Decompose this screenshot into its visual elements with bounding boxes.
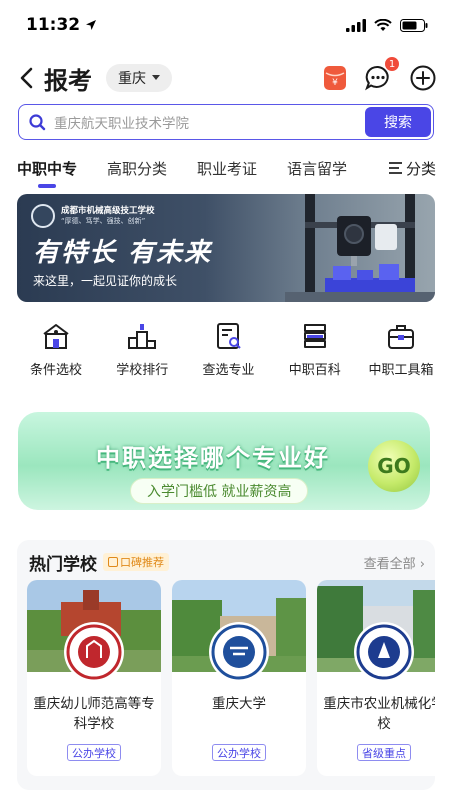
status-time: 11:32: [26, 15, 81, 35]
red-envelope-button[interactable]: ¥: [324, 66, 346, 90]
school-list: 重庆幼儿师范高等专科学校 公办学校 重庆大学 公办学校 重庆市农业机械化学校 省…: [27, 580, 435, 780]
3d-printer-illustration: [285, 194, 435, 302]
university-seal-icon: [211, 624, 267, 680]
go-badge[interactable]: GO: [368, 440, 420, 492]
thumb-up-icon: [108, 557, 118, 567]
section-title: 热门学校: [29, 554, 97, 575]
tab-liuxue[interactable]: 语言留学: [287, 158, 347, 179]
recommend-tag: 口碑推荐: [103, 553, 169, 571]
search-icon: [29, 113, 46, 130]
ranking-podium-icon: [128, 324, 157, 349]
promo-banner[interactable]: 成都市机械高级技工学校 “厚德、笃学、强技、创新” 有特长 有未来 来这里，一起…: [17, 194, 435, 302]
school-logo: [209, 622, 269, 682]
battery-icon: [400, 18, 428, 32]
school-type-badge: 省级重点: [357, 744, 411, 761]
notification-badge: 1: [384, 56, 400, 72]
school-name: 重庆市农业机械化学校: [323, 696, 435, 732]
page-title: 报考: [44, 66, 92, 95]
nav-label: 中职百科: [288, 363, 341, 378]
school-logo: [64, 622, 124, 682]
menu-lines-icon: [388, 162, 402, 174]
hot-schools-header: 热门学校 口碑推荐 查看全部 ›: [29, 550, 425, 575]
school-emblem-icon: [31, 204, 55, 228]
school-card[interactable]: 重庆幼儿师范高等专科学校 公办学校: [27, 580, 161, 776]
university-seal-icon: [356, 624, 412, 680]
school-card[interactable]: 重庆市农业机械化学校 省级重点: [317, 580, 435, 776]
nav-school-filter[interactable]: 条件选校: [18, 322, 94, 382]
app-header: 报考 重庆 ¥ 1: [0, 56, 450, 98]
nav-label: 学校排行: [116, 363, 169, 378]
status-indicators: [346, 18, 428, 32]
add-circle-icon[interactable]: [410, 65, 436, 91]
nav-label: 条件选校: [29, 363, 82, 378]
caret-down-icon: [152, 75, 160, 80]
tab-kaozheng[interactable]: 职业考证: [197, 158, 257, 179]
tab-gaozhi[interactable]: 高职分类: [107, 158, 167, 179]
status-bar: 11:32: [0, 0, 450, 50]
toolbox-icon: [388, 325, 414, 349]
banner-subtitle: 来这里，一起见证你的成长: [33, 274, 178, 288]
promo-subtitle: 入学门槛低 就业薪资高: [130, 478, 309, 504]
banner-motto: “厚德、笃学、强技、创新”: [61, 217, 146, 225]
search-button[interactable]: 搜索: [365, 107, 431, 137]
school-name: 重庆大学: [212, 696, 266, 712]
school-card[interactable]: 重庆大学 公办学校: [172, 580, 306, 776]
city-label: 重庆: [118, 71, 146, 87]
major-search-icon: [216, 323, 241, 349]
nav-school-ranking[interactable]: 学校排行: [104, 322, 180, 382]
see-all-link[interactable]: 查看全部 ›: [364, 553, 425, 572]
encyclopedia-icon: [303, 324, 326, 348]
university-seal-icon: [66, 624, 122, 680]
school-logo: [354, 622, 414, 682]
nav-label: 查选专业: [202, 363, 255, 378]
see-all-label: 查看全部: [363, 556, 416, 572]
svg-text:¥: ¥: [332, 78, 338, 88]
cellular-signal-icon: [346, 18, 366, 32]
nav-major-search[interactable]: 查选专业: [191, 322, 267, 382]
tab-more-label: 分类: [405, 159, 436, 178]
quick-nav: 条件选校 学校排行 查选专业 中职百科 中职工具箱: [0, 322, 450, 382]
message-button[interactable]: 1: [364, 56, 400, 92]
school-name: 重庆幼儿师范高等专科学校: [33, 696, 155, 732]
search-input[interactable]: 重庆航天职业技术学院: [54, 112, 365, 132]
nav-toolbox[interactable]: 中职工具箱: [363, 322, 439, 382]
recommend-tag-label: 口碑推荐: [120, 556, 164, 569]
school-building-icon: [43, 324, 69, 349]
location-arrow-icon: [86, 20, 97, 30]
banner-school-name: 成都市机械高级技工学校: [61, 206, 155, 216]
chevron-left-icon: [20, 67, 33, 89]
banner-slogan: 有特长 有未来: [33, 238, 213, 268]
category-tabs: 中职中专 高职分类 职业考证 语言留学 分类: [0, 150, 450, 186]
city-selector[interactable]: 重庆: [106, 64, 172, 92]
school-type-badge: 公办学校: [67, 744, 121, 761]
red-envelope-icon: ¥: [325, 72, 345, 88]
promo-title: 中职选择哪个专业好: [96, 444, 330, 472]
major-guide-promo[interactable]: 中职选择哪个专业好 入学门槛低 就业薪资高 GO: [18, 404, 430, 520]
search-bar[interactable]: 重庆航天职业技术学院 搜索: [18, 104, 434, 140]
tab-category-menu[interactable]: 分类: [378, 150, 436, 186]
back-button[interactable]: [14, 63, 38, 93]
header-actions: ¥ 1: [324, 56, 436, 92]
school-type-badge: 公办学校: [212, 744, 266, 761]
wifi-icon: [374, 18, 392, 31]
tab-zhongzhi[interactable]: 中职中专: [17, 158, 77, 179]
nav-encyclopedia[interactable]: 中职百科: [277, 322, 353, 382]
hot-schools-section: 热门学校 口碑推荐 查看全部 › 重庆幼儿师范高等专科学校 公办学校 重庆大学 …: [17, 540, 435, 790]
nav-label: 中职工具箱: [368, 363, 434, 378]
